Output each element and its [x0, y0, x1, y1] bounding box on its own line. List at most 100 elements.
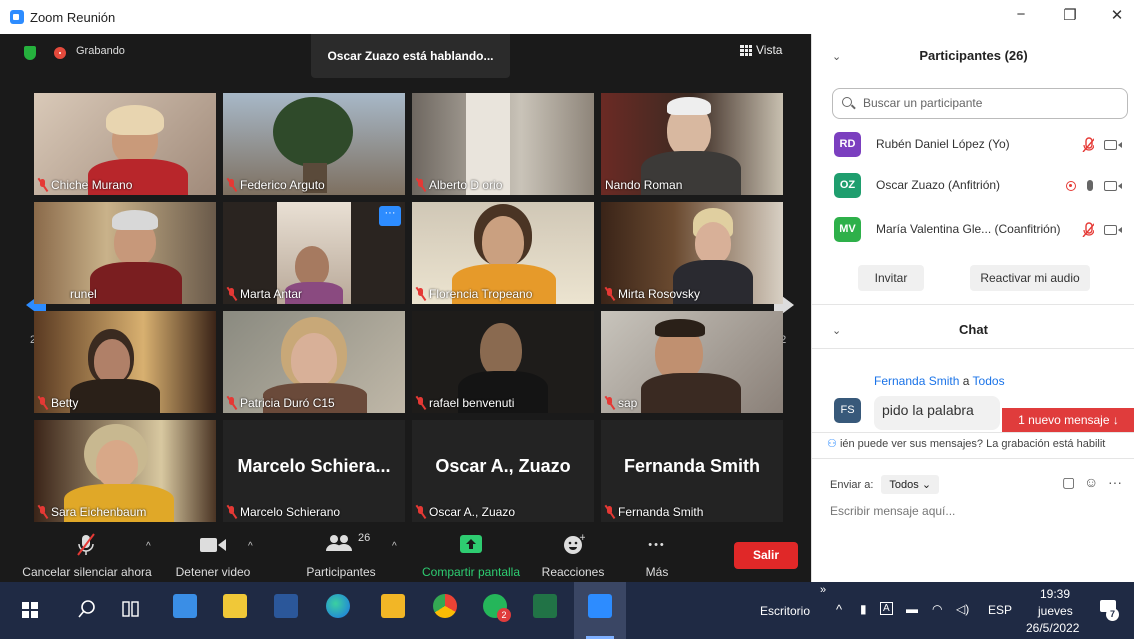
- muted-mic-icon: [38, 506, 47, 518]
- unmute-me-button[interactable]: Reactivar mi audio: [970, 265, 1090, 291]
- file-icon[interactable]: ▢: [1062, 474, 1075, 491]
- participant-row[interactable]: MV María Valentina Gle... (Coanfitrión): [834, 217, 1134, 247]
- excel-app-icon[interactable]: [533, 594, 557, 618]
- participant-name: runel: [70, 287, 97, 301]
- video-tile[interactable]: Mirta Rosovsky: [601, 202, 783, 304]
- participant-row[interactable]: RD Rubén Daniel López (Yo): [834, 132, 1134, 162]
- participant-name: Mirta Rosovsky: [618, 287, 701, 301]
- language-indicator[interactable]: ESP: [988, 603, 1012, 617]
- chat-message-input[interactable]: Escribir mensaje aquí...: [830, 504, 955, 518]
- video-tile[interactable]: Nando Roman: [601, 93, 783, 195]
- video-tile[interactable]: Florencia Tropeano: [412, 202, 594, 304]
- panel-divider: [812, 304, 1134, 305]
- task-view-icon[interactable]: [122, 600, 140, 618]
- participants-button[interactable]: 26 Participantes: [300, 529, 382, 582]
- video-tile[interactable]: Oscar A., Zuazo Oscar A., Zuazo: [412, 420, 594, 522]
- reactions-button[interactable]: + Reacciones: [538, 529, 608, 582]
- video-tile[interactable]: sap: [601, 311, 783, 413]
- network-icon[interactable]: ◠: [932, 602, 942, 616]
- store-app-icon[interactable]: [223, 594, 247, 618]
- volume-icon[interactable]: ◁): [956, 602, 969, 616]
- video-tile[interactable]: Betty: [34, 311, 216, 413]
- participant-display-name: Oscar A., Zuazo: [435, 456, 571, 476]
- audio-options-chevron-icon[interactable]: ^: [146, 541, 151, 552]
- new-message-badge[interactable]: 1 nuevo mensaje ↓: [1002, 408, 1134, 432]
- close-button[interactable]: ✕: [1102, 6, 1132, 24]
- whatsapp-app-icon[interactable]: 2: [483, 594, 511, 622]
- recording-label: Grabando: [76, 45, 125, 57]
- chat-sender-name[interactable]: Fernanda Smith: [874, 374, 959, 388]
- chat-notice-text: ién puede ver sus mensajes? La grabación…: [839, 438, 1106, 450]
- share-screen-button[interactable]: Compartir pantalla: [416, 529, 526, 582]
- search-icon: [842, 97, 852, 107]
- more-button[interactable]: ••• Más: [632, 529, 682, 582]
- participant-name: Florencia Tropeano: [429, 287, 533, 301]
- desktop-label[interactable]: Escritorio: [760, 604, 810, 618]
- video-tile[interactable]: Alberto D orio: [412, 93, 594, 195]
- chrome-browser-icon[interactable]: [433, 594, 457, 618]
- chat-more-icon[interactable]: ···: [1108, 474, 1122, 490]
- video-tile[interactable]: Marcelo Schiera... Marcelo Schierano: [223, 420, 405, 522]
- input-indicator-icon[interactable]: A: [880, 602, 893, 615]
- clock-date[interactable]: 26/5/2022: [1026, 621, 1079, 635]
- microphone-tray-icon[interactable]: ▮: [860, 602, 867, 616]
- meeting-toolbar: Cancelar silenciar ahora ^ Detener video…: [0, 529, 811, 582]
- zoom-taskbar-button[interactable]: [574, 582, 626, 639]
- stop-video-button[interactable]: Detener video: [170, 529, 256, 582]
- word-app-icon[interactable]: [274, 594, 298, 618]
- share-screen-icon: [460, 535, 482, 553]
- view-button[interactable]: Vista: [740, 43, 782, 57]
- clock-day[interactable]: jueves: [1038, 604, 1073, 618]
- participant-name: Sara Eichenbaum: [51, 505, 147, 519]
- participant-search-input[interactable]: Buscar un participante: [832, 88, 1128, 119]
- muted-mic-icon[interactable]: [1082, 222, 1094, 237]
- clock-time[interactable]: 19:39: [1040, 587, 1070, 601]
- send-to-dropdown[interactable]: Todos ⌄: [881, 475, 940, 494]
- video-tile[interactable]: Federico Arguto: [223, 93, 405, 195]
- video-tile[interactable]: ··· Marta Antar: [223, 202, 405, 304]
- zoom-app-icon: [588, 594, 612, 618]
- people-icon: ⚇: [827, 438, 837, 450]
- video-tile[interactable]: runel: [34, 202, 216, 304]
- file-explorer-icon[interactable]: [381, 594, 405, 618]
- unmute-button[interactable]: Cancelar silenciar ahora: [20, 529, 154, 582]
- video-camera-icon[interactable]: [1104, 181, 1122, 191]
- chat-title: Chat: [959, 322, 988, 337]
- invite-button[interactable]: Invitar: [858, 265, 924, 291]
- chat-privacy-notice: ⚇ ién puede ver sus mensajes? La grabaci…: [827, 437, 1134, 450]
- mail-app-icon[interactable]: [173, 594, 197, 618]
- search-icon[interactable]: [78, 600, 96, 618]
- muted-mic-icon[interactable]: [1082, 137, 1094, 152]
- muted-mic-icon: [77, 533, 95, 556]
- emoji-icon[interactable]: ☺: [1084, 474, 1098, 490]
- leave-button[interactable]: Salir: [734, 542, 798, 569]
- panel-divider: [812, 432, 1134, 433]
- video-tile[interactable]: Sara Eichenbaum: [34, 420, 216, 522]
- mic-icon[interactable]: [1087, 180, 1093, 191]
- participant-row[interactable]: OZ Oscar Zuazo (Anfitrión): [834, 173, 1134, 203]
- video-tile[interactable]: rafael benvenuti: [412, 311, 594, 413]
- tile-more-options-button[interactable]: ···: [379, 206, 401, 226]
- edge-browser-icon[interactable]: [326, 594, 350, 618]
- security-shield-icon[interactable]: [24, 46, 36, 60]
- send-to-selector: Enviar a: Todos ⌄: [830, 475, 940, 494]
- toolbar-expand-chevron-icon[interactable]: »: [820, 584, 826, 596]
- avatar: FS: [834, 398, 861, 423]
- show-hidden-icons-icon[interactable]: ^: [836, 602, 842, 617]
- participants-label: Participantes: [306, 565, 376, 579]
- avatar: OZ: [834, 173, 861, 198]
- video-camera-icon[interactable]: [1104, 225, 1122, 235]
- video-tile[interactable]: Chiche Murano: [34, 93, 216, 195]
- minimize-button[interactable]: −: [1006, 6, 1036, 23]
- video-options-chevron-icon[interactable]: ^: [248, 541, 253, 552]
- windows-start-icon[interactable]: [22, 602, 38, 618]
- participants-options-chevron-icon[interactable]: ^: [392, 541, 397, 552]
- video-tile[interactable]: Patricia Duró C15: [223, 311, 405, 413]
- video-tile[interactable]: Fernanda Smith Fernanda Smith: [601, 420, 783, 522]
- maximize-button[interactable]: ❐: [1055, 6, 1085, 24]
- notifications-icon[interactable]: 7: [1098, 598, 1119, 621]
- participant-name: Fernanda Smith: [618, 505, 704, 519]
- chat-recipient[interactable]: Todos: [973, 374, 1005, 388]
- video-camera-icon[interactable]: [1104, 140, 1122, 150]
- battery-icon[interactable]: ▬: [906, 602, 918, 616]
